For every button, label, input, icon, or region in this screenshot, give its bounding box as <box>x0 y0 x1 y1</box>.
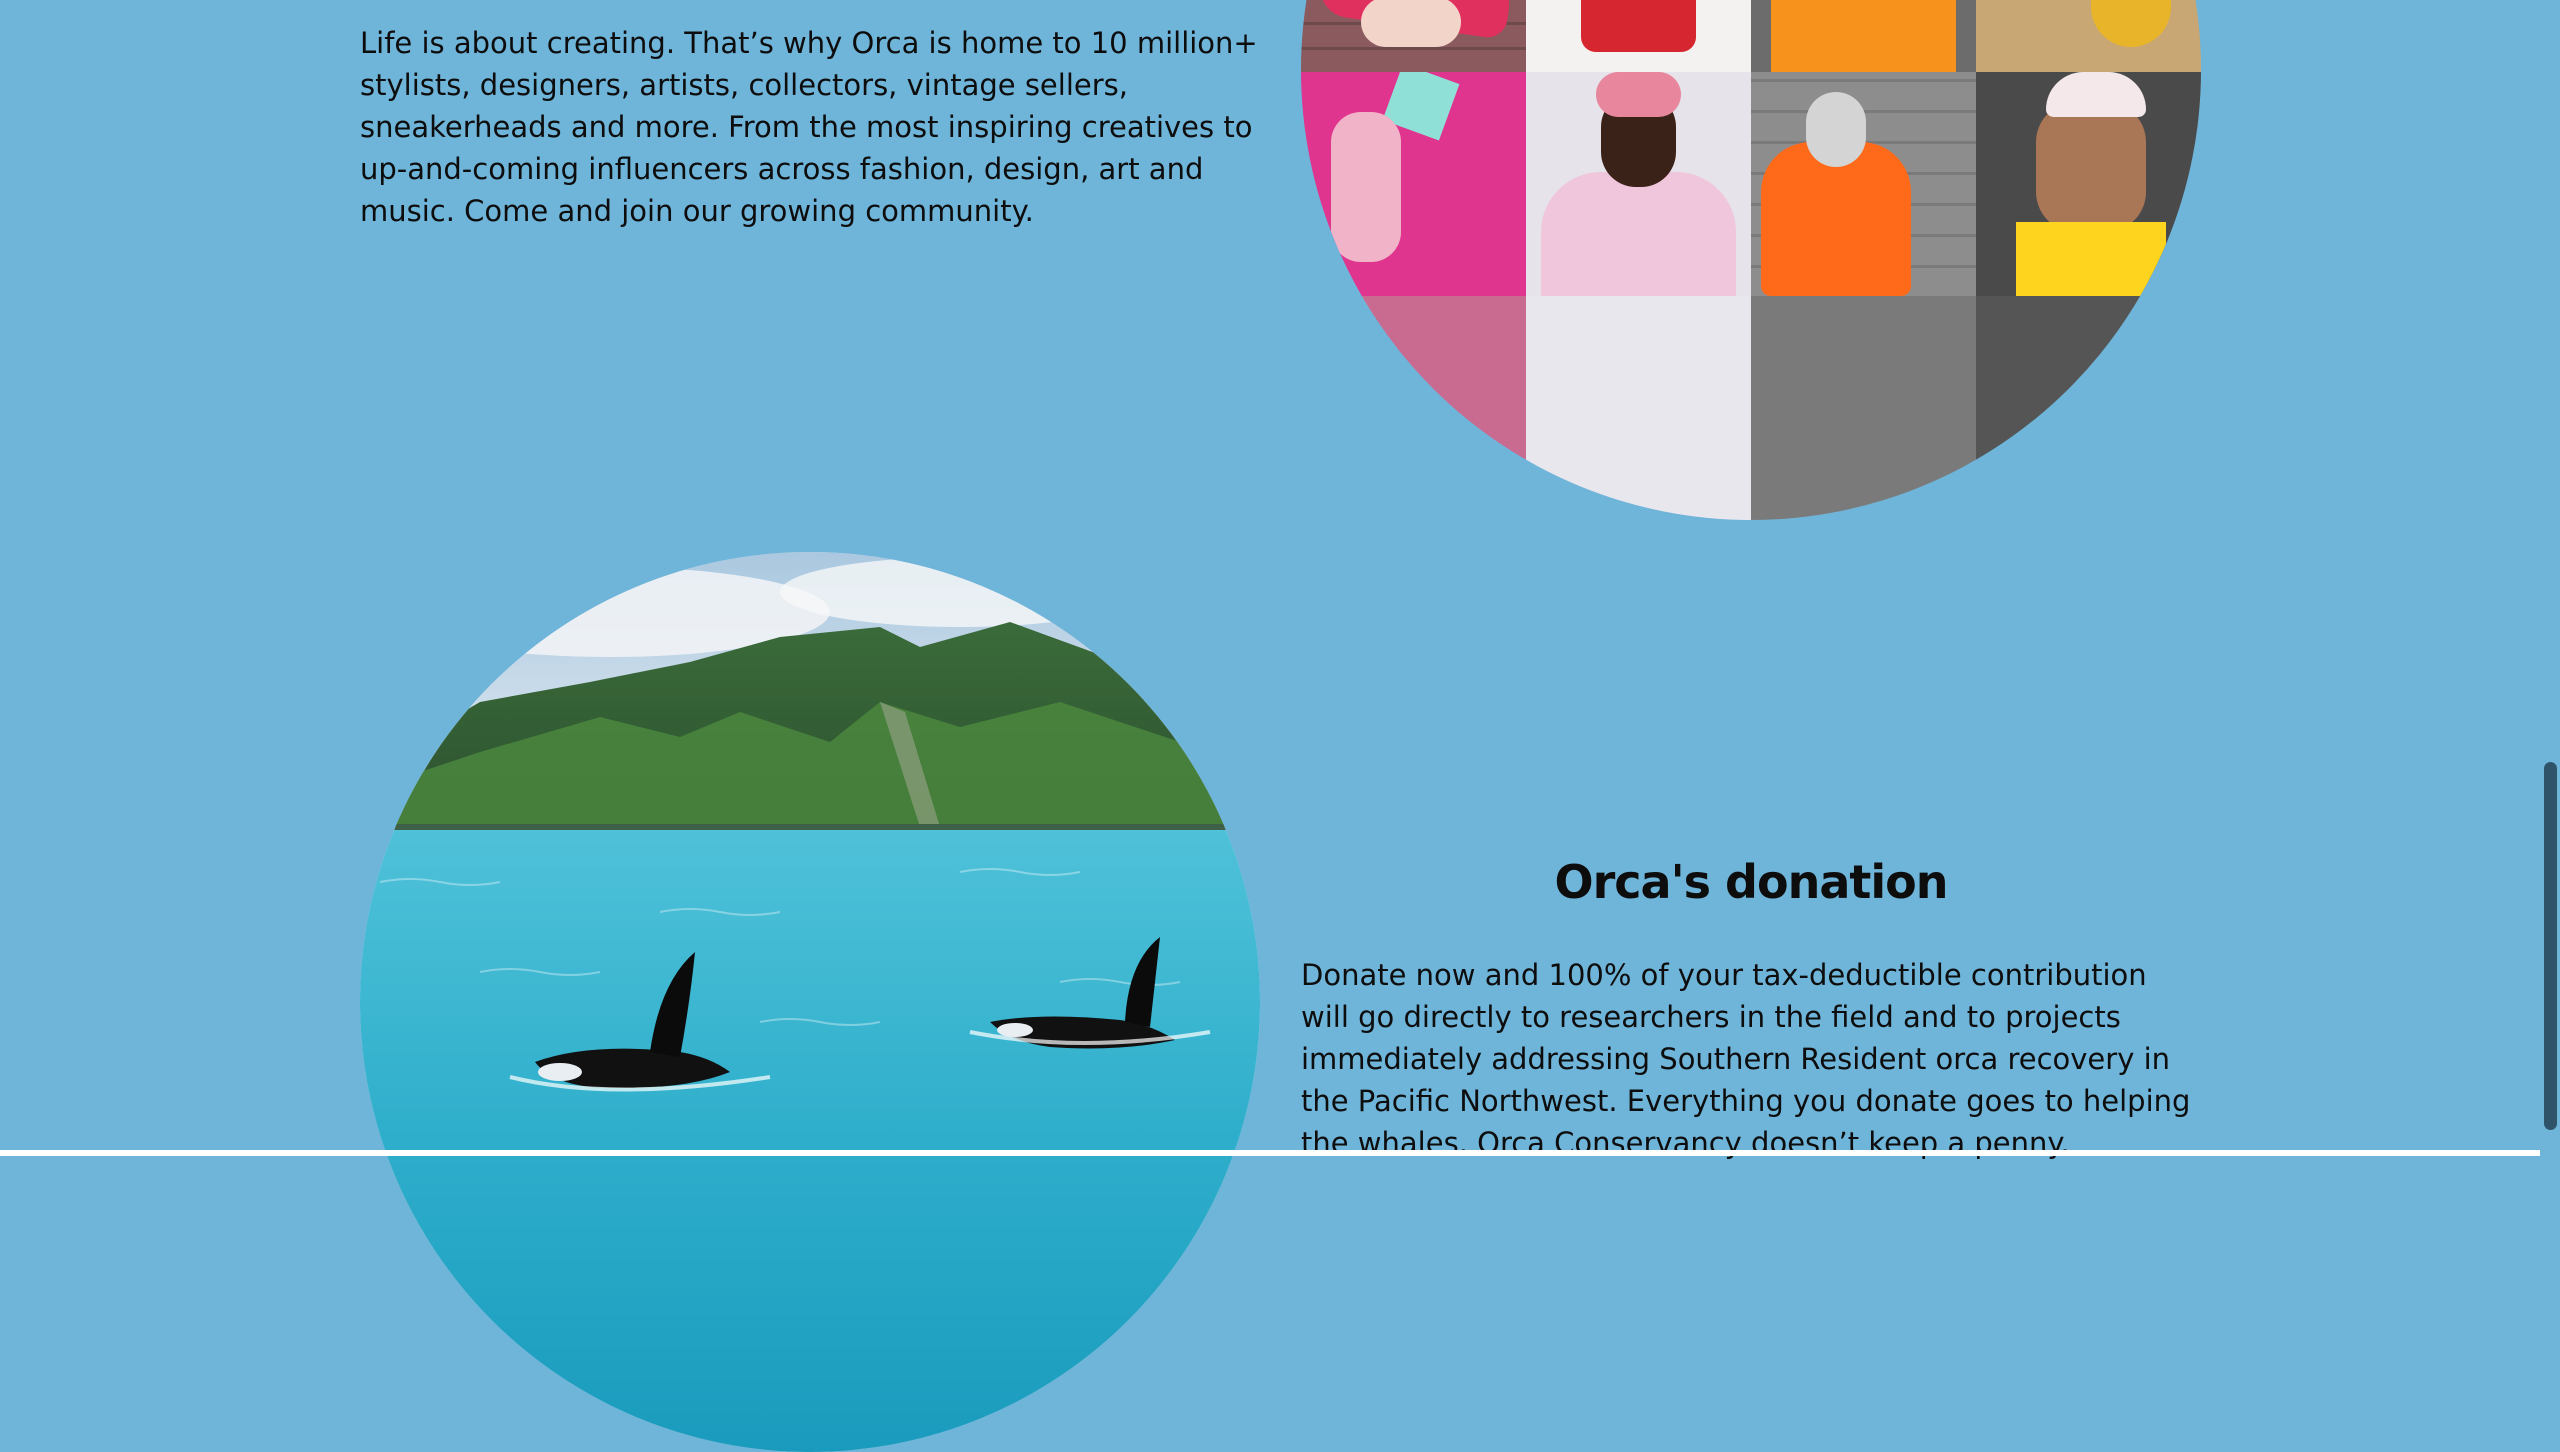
mosaic-photo-orange-puffer <box>1751 72 1976 296</box>
scrollbar-thumb[interactable] <box>2544 762 2557 1130</box>
community-photo-mosaic <box>1301 0 2201 520</box>
donation-title: Orca's donation <box>1554 855 1948 909</box>
mosaic-photo-pink-fur-coat <box>1526 72 1751 296</box>
page-scrollbar[interactable] <box>2540 0 2560 1156</box>
mosaic-photo-pink-sneaker <box>1301 0 1526 72</box>
mosaic-photo-white-cap <box>1976 72 2201 296</box>
community-paragraph: Life is about creating. That’s why Orca … <box>360 26 1258 228</box>
donation-paragraph: Donate now and 100% of your tax-deductib… <box>1301 958 2191 1160</box>
mosaic-photo-pink-wall <box>1301 72 1526 296</box>
mosaic-photo-red-parka <box>1526 0 1751 72</box>
mosaic-photo-rooftop-skirt <box>1976 0 2201 72</box>
mosaic-photo-orange-hoodie <box>1751 0 1976 72</box>
page-bottom-edge <box>0 1150 2540 1156</box>
orca-photo <box>360 552 1260 1452</box>
